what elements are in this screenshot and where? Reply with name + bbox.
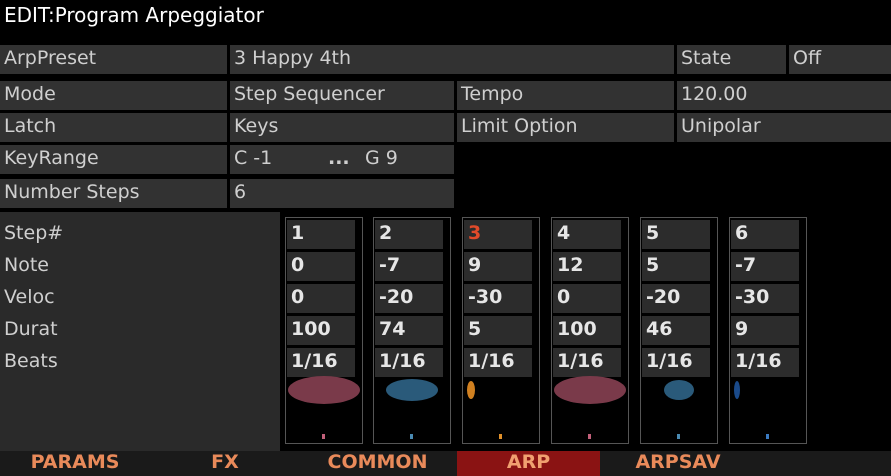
step-durat-value[interactable]: 9 — [731, 316, 799, 345]
number-steps-field[interactable]: 6 — [230, 179, 454, 208]
tab-arp[interactable]: ARP — [457, 451, 600, 476]
step-position-marker — [499, 434, 502, 439]
step-column-1[interactable]: 1 0 0 100 1/16 — [285, 217, 363, 444]
step-step-value[interactable]: 1 — [287, 220, 355, 249]
step-shape — [554, 376, 626, 404]
step-shape — [467, 381, 475, 399]
step-note-value[interactable]: -7 — [731, 252, 799, 281]
step-position-marker — [766, 434, 769, 439]
step-step-value[interactable]: 5 — [642, 220, 710, 249]
step-column-3[interactable]: 3 9 -30 5 1/16 — [462, 217, 540, 444]
step-durat-value[interactable]: 5 — [464, 316, 532, 345]
step-position-marker — [588, 434, 591, 439]
step-shape — [664, 380, 694, 400]
step-column-2[interactable]: 2 -7 -20 74 1/16 — [373, 217, 451, 444]
key-range-low[interactable]: C -1 — [234, 147, 272, 169]
beats-label: Beats — [4, 350, 58, 372]
state-label: State — [677, 45, 786, 74]
step-durat-value[interactable]: 74 — [375, 316, 443, 345]
key-range-field[interactable]: C -1 ... G 9 — [230, 145, 454, 174]
tab-arpsav[interactable]: ARPSAV — [603, 451, 753, 476]
state-field[interactable]: Off — [789, 45, 891, 74]
step-veloc-value[interactable]: -30 — [464, 284, 532, 313]
step-note-value[interactable]: 9 — [464, 252, 532, 281]
mode-field[interactable]: Step Sequencer — [230, 81, 454, 110]
step-beats-value[interactable]: 1/16 — [731, 348, 799, 377]
step-veloc-value[interactable]: -20 — [642, 284, 710, 313]
page-title: EDIT:Program Arpeggiator — [4, 3, 264, 27]
step-note-value[interactable]: 12 — [553, 252, 621, 281]
note-label: Note — [4, 254, 49, 276]
tab-empty[interactable] — [755, 451, 891, 476]
step-veloc-value[interactable]: 0 — [287, 284, 355, 313]
step-step-value[interactable]: 2 — [375, 220, 443, 249]
step-note-value[interactable]: -7 — [375, 252, 443, 281]
step-position-marker — [322, 434, 325, 439]
tab-fx[interactable]: FX — [150, 451, 300, 476]
latch-label: Latch — [0, 113, 227, 142]
tempo-field[interactable]: 120.00 — [677, 81, 891, 110]
step-step-value[interactable]: 4 — [553, 220, 621, 249]
limit-option-field[interactable]: Unipolar — [677, 113, 891, 142]
step-row-labels: Step# Note Veloc Durat Beats — [0, 212, 280, 452]
step-beats-value[interactable]: 1/16 — [464, 348, 532, 377]
step-step-value[interactable]: 3 — [464, 220, 532, 249]
veloc-label: Veloc — [4, 286, 55, 308]
step-position-marker — [410, 434, 413, 439]
key-range-label: KeyRange — [0, 145, 227, 174]
step-beats-value[interactable]: 1/16 — [375, 348, 443, 377]
step-durat-value[interactable]: 100 — [287, 316, 355, 345]
latch-field[interactable]: Keys — [230, 113, 454, 142]
step-beats-value[interactable]: 1/16 — [287, 348, 355, 377]
mode-label: Mode — [0, 81, 227, 110]
step-beats-value[interactable]: 1/16 — [642, 348, 710, 377]
tempo-label: Tempo — [457, 81, 674, 110]
tab-params[interactable]: PARAMS — [0, 451, 150, 476]
step-step-value[interactable]: 6 — [731, 220, 799, 249]
soft-button-bar: PARAMS FX COMMON ARP ARPSAV — [0, 451, 891, 476]
step-shape — [734, 381, 740, 399]
title-bar: EDIT:Program Arpeggiator — [0, 0, 891, 32]
step-shape — [288, 376, 360, 404]
step-shape — [386, 379, 438, 401]
durat-label: Durat — [4, 318, 58, 340]
step-durat-value[interactable]: 100 — [553, 316, 621, 345]
step-column-4[interactable]: 4 12 0 100 1/16 — [551, 217, 629, 444]
number-steps-label: Number Steps — [0, 179, 227, 208]
step-beats-value[interactable]: 1/16 — [553, 348, 621, 377]
tab-common[interactable]: COMMON — [300, 451, 455, 476]
limit-option-label: Limit Option — [457, 113, 674, 142]
key-range-high[interactable]: G 9 — [365, 147, 398, 169]
step-veloc-value[interactable]: -20 — [375, 284, 443, 313]
step-note-value[interactable]: 0 — [287, 252, 355, 281]
arp-preset-label: ArpPreset — [0, 45, 227, 74]
step-durat-value[interactable]: 46 — [642, 316, 710, 345]
step-position-marker — [677, 434, 680, 439]
key-range-separator: ... — [328, 147, 350, 169]
arp-preset-field[interactable]: 3 Happy 4th — [230, 45, 674, 74]
step-veloc-value[interactable]: -30 — [731, 284, 799, 313]
step-column-6[interactable]: 6 -7 -30 9 1/16 — [729, 217, 807, 444]
step-number-label: Step# — [4, 222, 64, 244]
step-veloc-value[interactable]: 0 — [553, 284, 621, 313]
step-column-5[interactable]: 5 5 -20 46 1/16 — [640, 217, 718, 444]
step-note-value[interactable]: 5 — [642, 252, 710, 281]
